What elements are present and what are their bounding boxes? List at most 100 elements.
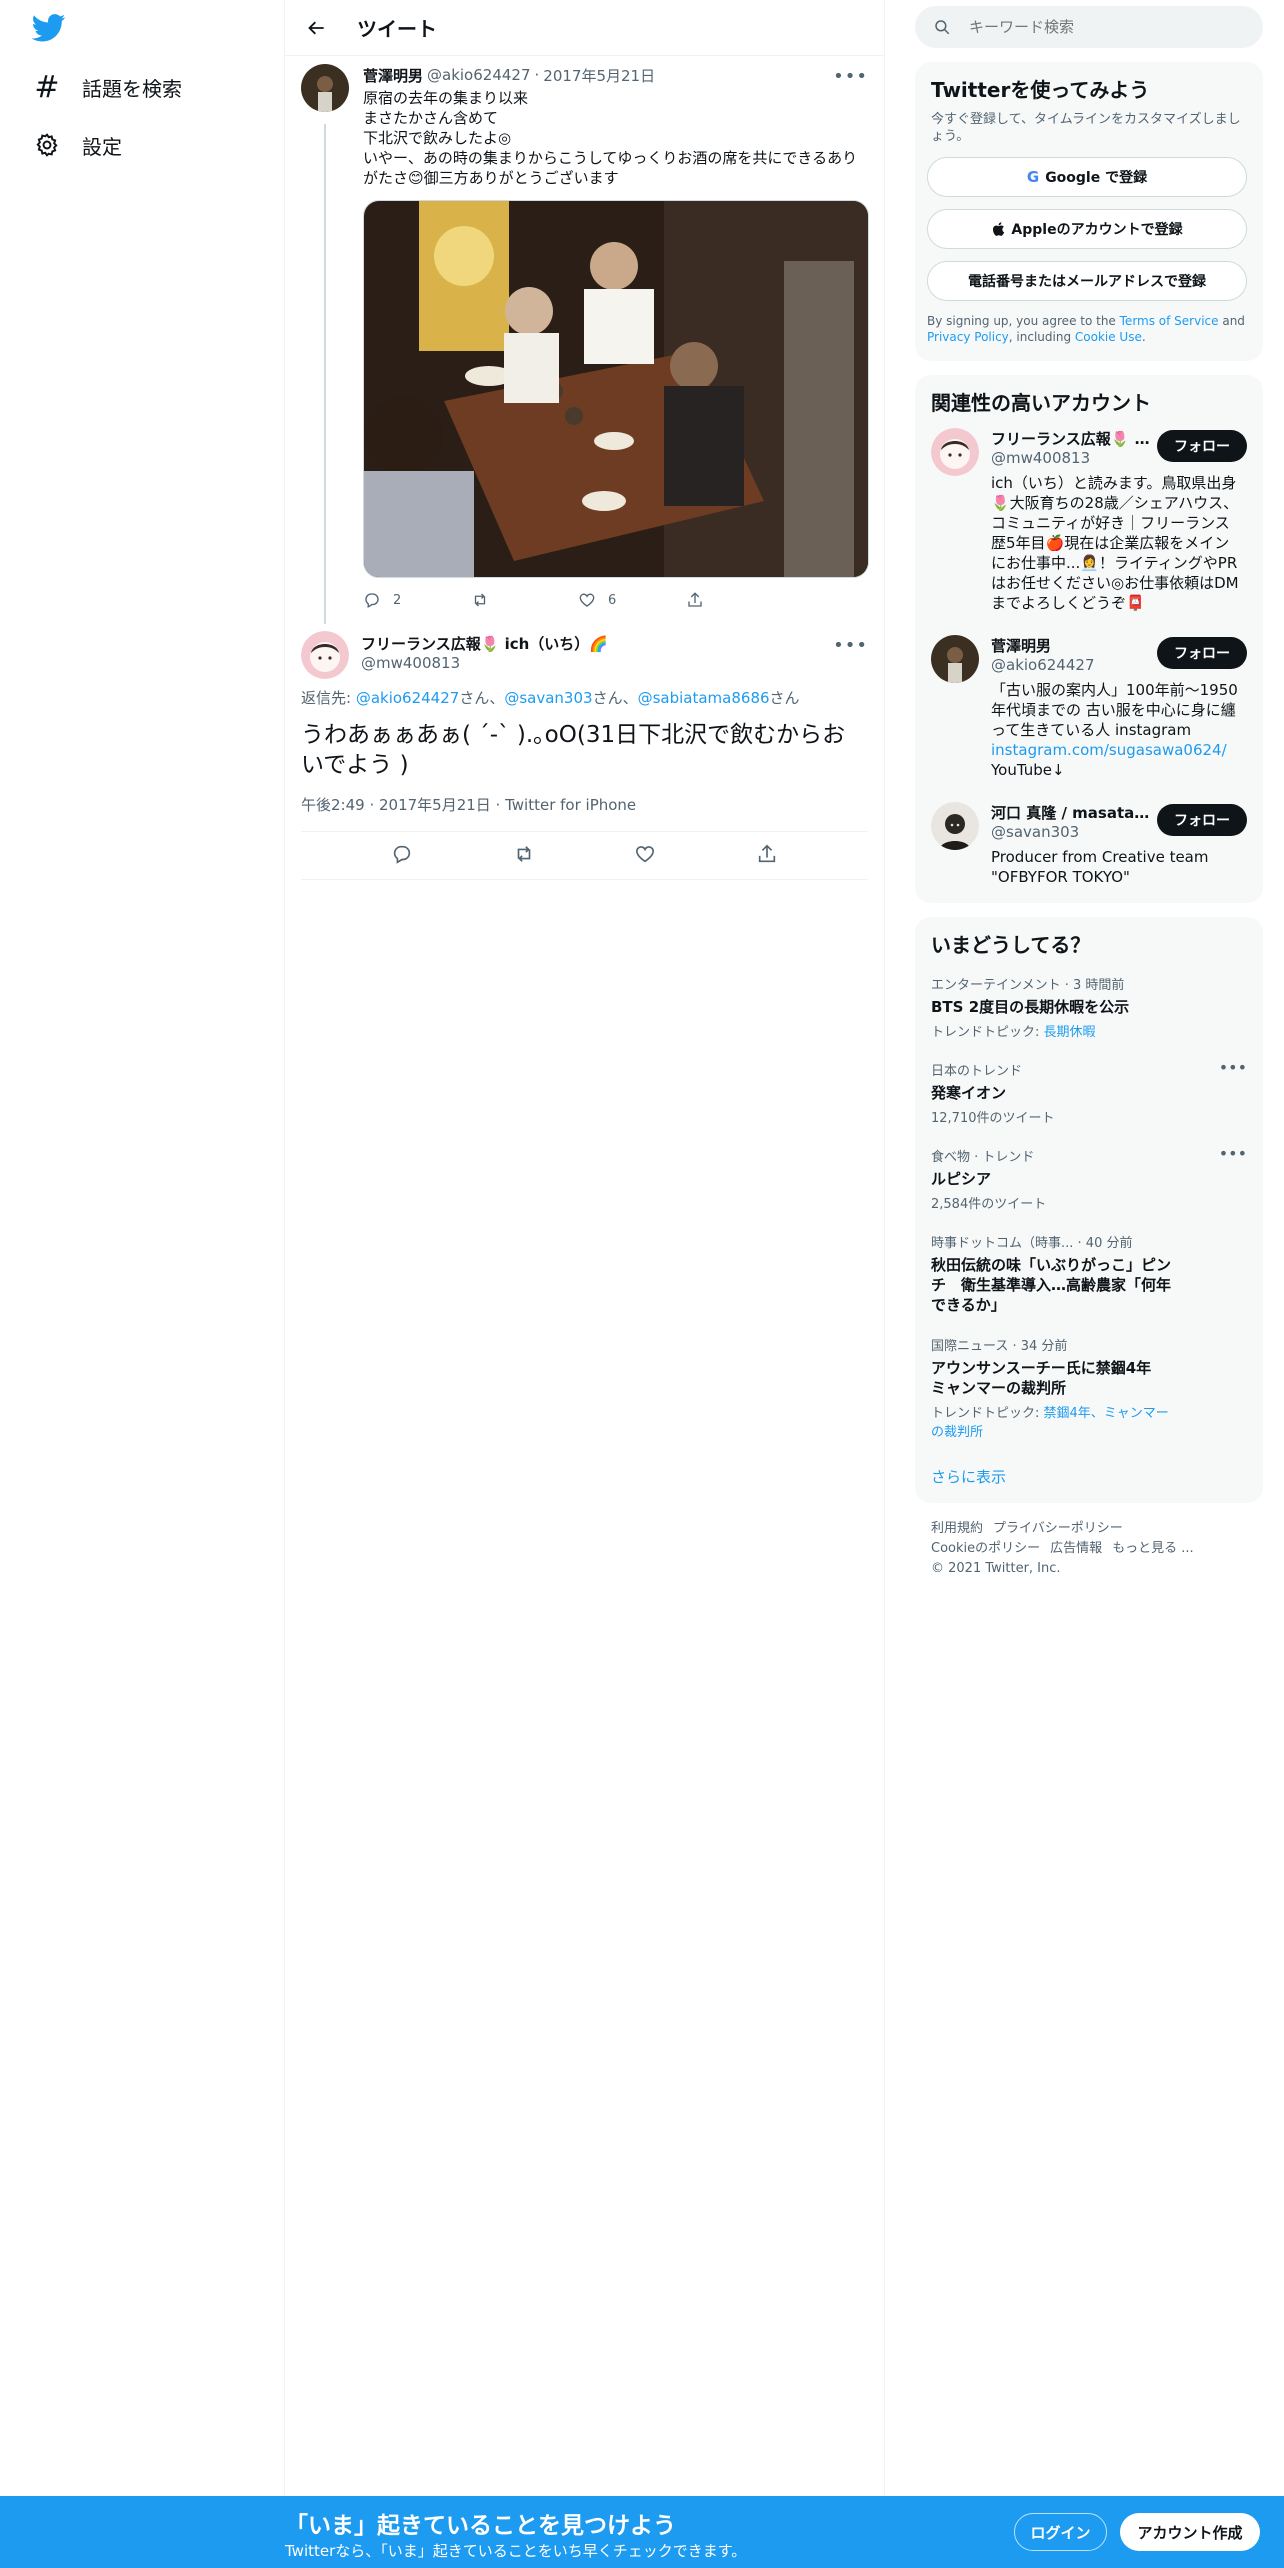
- reply-button[interactable]: 2: [363, 591, 471, 609]
- parent-tweet[interactable]: ••• 菅澤明男 @akio624427 · 2017年5月21日 原宿の去年の…: [285, 56, 884, 624]
- page-title: ツイート: [357, 17, 437, 41]
- reply-icon: [365, 593, 379, 608]
- tweet-actions: 2 6: [363, 588, 793, 612]
- account-card[interactable]: フリーランス広報🌷 ich（いち）🌈 @mw400813 ich（いち）と読みま…: [915, 416, 1263, 623]
- honorific: さん: [459, 689, 490, 707]
- trend-category: 国際ニュース · 34 分前: [931, 1339, 1068, 1354]
- account-name[interactable]: 菅澤明男: [991, 635, 1151, 656]
- trends-title: いまどうしてる？: [931, 933, 1091, 957]
- tweet-photo[interactable]: [363, 200, 869, 578]
- avatar[interactable]: [931, 635, 979, 683]
- footer-link[interactable]: Cookieのポリシー: [931, 1541, 1040, 1556]
- instagram-link[interactable]: instagram.com/sugasawa0624/: [991, 741, 1227, 759]
- trend-topic-link[interactable]: 長期休暇: [1044, 1025, 1096, 1040]
- trend-topic-prefix: トレンドトピック:: [931, 1406, 1044, 1421]
- retweet-icon: [474, 593, 485, 607]
- like-button[interactable]: 6: [578, 591, 686, 609]
- more-icon[interactable]: •••: [833, 635, 868, 656]
- retweet-button[interactable]: [471, 591, 579, 609]
- apple-signup-label: Appleのアカウントで登録: [1011, 222, 1183, 238]
- reply-user-link[interactable]: @akio624427: [356, 689, 459, 707]
- apple-signup-button[interactable]: Appleのアカウントで登録: [927, 209, 1247, 249]
- nav-settings[interactable]: 設定: [30, 120, 122, 170]
- gear-icon: [30, 128, 64, 162]
- author-handle[interactable]: @mw400813: [361, 654, 868, 672]
- share-button[interactable]: [756, 843, 778, 869]
- trend-category: 時事ドットコム（時事... · 40 分前: [931, 1236, 1133, 1251]
- share-icon: [758, 844, 776, 862]
- trend-title: ルピシア: [931, 1170, 992, 1188]
- separator: 、: [622, 689, 638, 707]
- legal-text: , including: [1008, 330, 1075, 344]
- author-name[interactable]: 菅澤明男: [363, 65, 423, 86]
- show-more-link[interactable]: さらに表示: [915, 1450, 1263, 1503]
- page-header: ツイート: [285, 0, 884, 56]
- trend-item[interactable]: 国際ニュース · 34 分前 アウンサンスーチー氏に禁錮4年 ミャンマーの裁判所…: [915, 1325, 1263, 1450]
- trend-item[interactable]: ••• 日本のトレンド 発寒イオン 12,710件のツイート: [915, 1050, 1263, 1136]
- more-icon[interactable]: •••: [1219, 1058, 1247, 1077]
- account-card[interactable]: 河口 真隆 / masatak... @savan303 Producer fr…: [915, 790, 1263, 897]
- trend-title: BTS 2度目の長期休暇を公示: [931, 998, 1130, 1016]
- tweet-date[interactable]: 2017年5月21日: [543, 65, 655, 86]
- reply-user-link[interactable]: @savan303: [504, 689, 592, 707]
- avatar[interactable]: [301, 64, 349, 112]
- search-box[interactable]: [915, 6, 1263, 48]
- bottom-bar-subtitle: Twitterなら、「いま」起きていることをいち早くチェックできます。: [285, 2542, 747, 2560]
- legal-text: By signing up, you agree to the: [927, 314, 1120, 328]
- retweet-button[interactable]: [513, 843, 535, 869]
- footer-link[interactable]: 広告情報: [1050, 1541, 1102, 1556]
- twitter-logo-icon[interactable]: [32, 14, 66, 42]
- account-card[interactable]: 菅澤明男 @akio624427 「古い服の案内人」100年前～1950年代頃ま…: [915, 623, 1263, 790]
- share-button[interactable]: [686, 591, 794, 609]
- trend-category: 日本のトレンド: [931, 1064, 1023, 1079]
- follow-button[interactable]: フォロー: [1157, 637, 1247, 669]
- follow-button[interactable]: フォロー: [1157, 804, 1247, 836]
- reply-button[interactable]: [391, 843, 413, 869]
- footer-link[interactable]: 利用規約: [931, 1521, 983, 1536]
- back-button[interactable]: [297, 8, 337, 48]
- footer: 利用規約 プライバシーポリシー Cookieのポリシー 広告情報 もっと見る ... …: [915, 1519, 1263, 1579]
- bottom-bar-title: 「いま」起きていることを見つけよう: [285, 2513, 676, 2539]
- reply-user-link[interactable]: @sabiatama8686: [638, 689, 770, 707]
- cookie-link[interactable]: Cookie Use: [1075, 330, 1142, 344]
- avatar[interactable]: [931, 802, 979, 850]
- footer-link[interactable]: もっと見る ...: [1112, 1541, 1194, 1556]
- footer-link[interactable]: プライバシーポリシー: [993, 1521, 1123, 1536]
- avatar[interactable]: [301, 631, 349, 679]
- right-sidebar: Twitterを使ってみよう 今すぐ登録して、タイムラインをカスタマイズしましょ…: [915, 0, 1263, 1579]
- trend-title: 秋田伝統の味「いぶりがっこ」ピンチ 衛生基準導入…高齢農家「何年できるか」: [931, 1256, 1172, 1314]
- trend-item[interactable]: 時事ドットコム（時事... · 40 分前 秋田伝統の味「いぶりがっこ」ピンチ …: [915, 1222, 1263, 1325]
- legal-text: .: [1141, 330, 1146, 344]
- trend-count: 2,584件のツイート: [931, 1197, 1047, 1212]
- login-button[interactable]: ログイン: [1014, 2513, 1107, 2551]
- search-input[interactable]: [969, 18, 1229, 36]
- author-handle[interactable]: @akio624427: [427, 66, 530, 84]
- phone-email-signup-label: 電話番号またはメールアドレスで登録: [968, 274, 1206, 290]
- heart-icon: [579, 593, 595, 607]
- account-name[interactable]: フリーランス広報🌷 ich（いち）🌈: [991, 428, 1151, 449]
- privacy-link[interactable]: Privacy Policy: [927, 330, 1009, 344]
- share-icon: [687, 592, 702, 607]
- reply-icon: [393, 845, 411, 864]
- signup-panel: Twitterを使ってみよう 今すぐ登録して、タイムラインをカスタマイズしましょ…: [915, 62, 1263, 361]
- terms-link[interactable]: Terms of Service: [1120, 314, 1219, 328]
- reply-prefix: 返信先:: [301, 689, 356, 707]
- tweet-actions: [301, 832, 868, 880]
- nav-explore[interactable]: # 話題を検索: [30, 62, 182, 112]
- avatar[interactable]: [931, 428, 979, 476]
- trends-panel: いまどうしてる？ エンターテインメント · 3 時間前 BTS 2度目の長期休暇…: [915, 917, 1263, 1503]
- phone-email-signup-button[interactable]: 電話番号またはメールアドレスで登録: [927, 261, 1247, 301]
- tweet-timestamp[interactable]: 午後2:49 · 2017年5月21日 · Twitter for iPhone: [301, 794, 868, 832]
- follow-button[interactable]: フォロー: [1157, 430, 1247, 462]
- account-name[interactable]: 河口 真隆 / masatak...: [991, 802, 1151, 823]
- google-signup-button[interactable]: G Google で登録: [927, 157, 1247, 197]
- more-icon[interactable]: •••: [1219, 1144, 1247, 1163]
- more-icon[interactable]: •••: [833, 66, 868, 87]
- like-button[interactable]: [634, 843, 656, 869]
- trend-item[interactable]: エンターテインメント · 3 時間前 BTS 2度目の長期休暇を公示 トレンドト…: [915, 964, 1263, 1050]
- signup-button[interactable]: アカウント作成: [1120, 2513, 1260, 2551]
- account-bio: Producer from Creative team "OFBYFOR TOK…: [991, 848, 1209, 886]
- trend-topic: トレンドトピック: 禁錮4年、ミャンマーの裁判所: [931, 1402, 1171, 1440]
- author-name[interactable]: フリーランス広報🌷 ich（いち）🌈: [361, 633, 868, 654]
- trend-item[interactable]: ••• 食べ物 · トレンド ルピシア 2,584件のツイート: [915, 1136, 1263, 1222]
